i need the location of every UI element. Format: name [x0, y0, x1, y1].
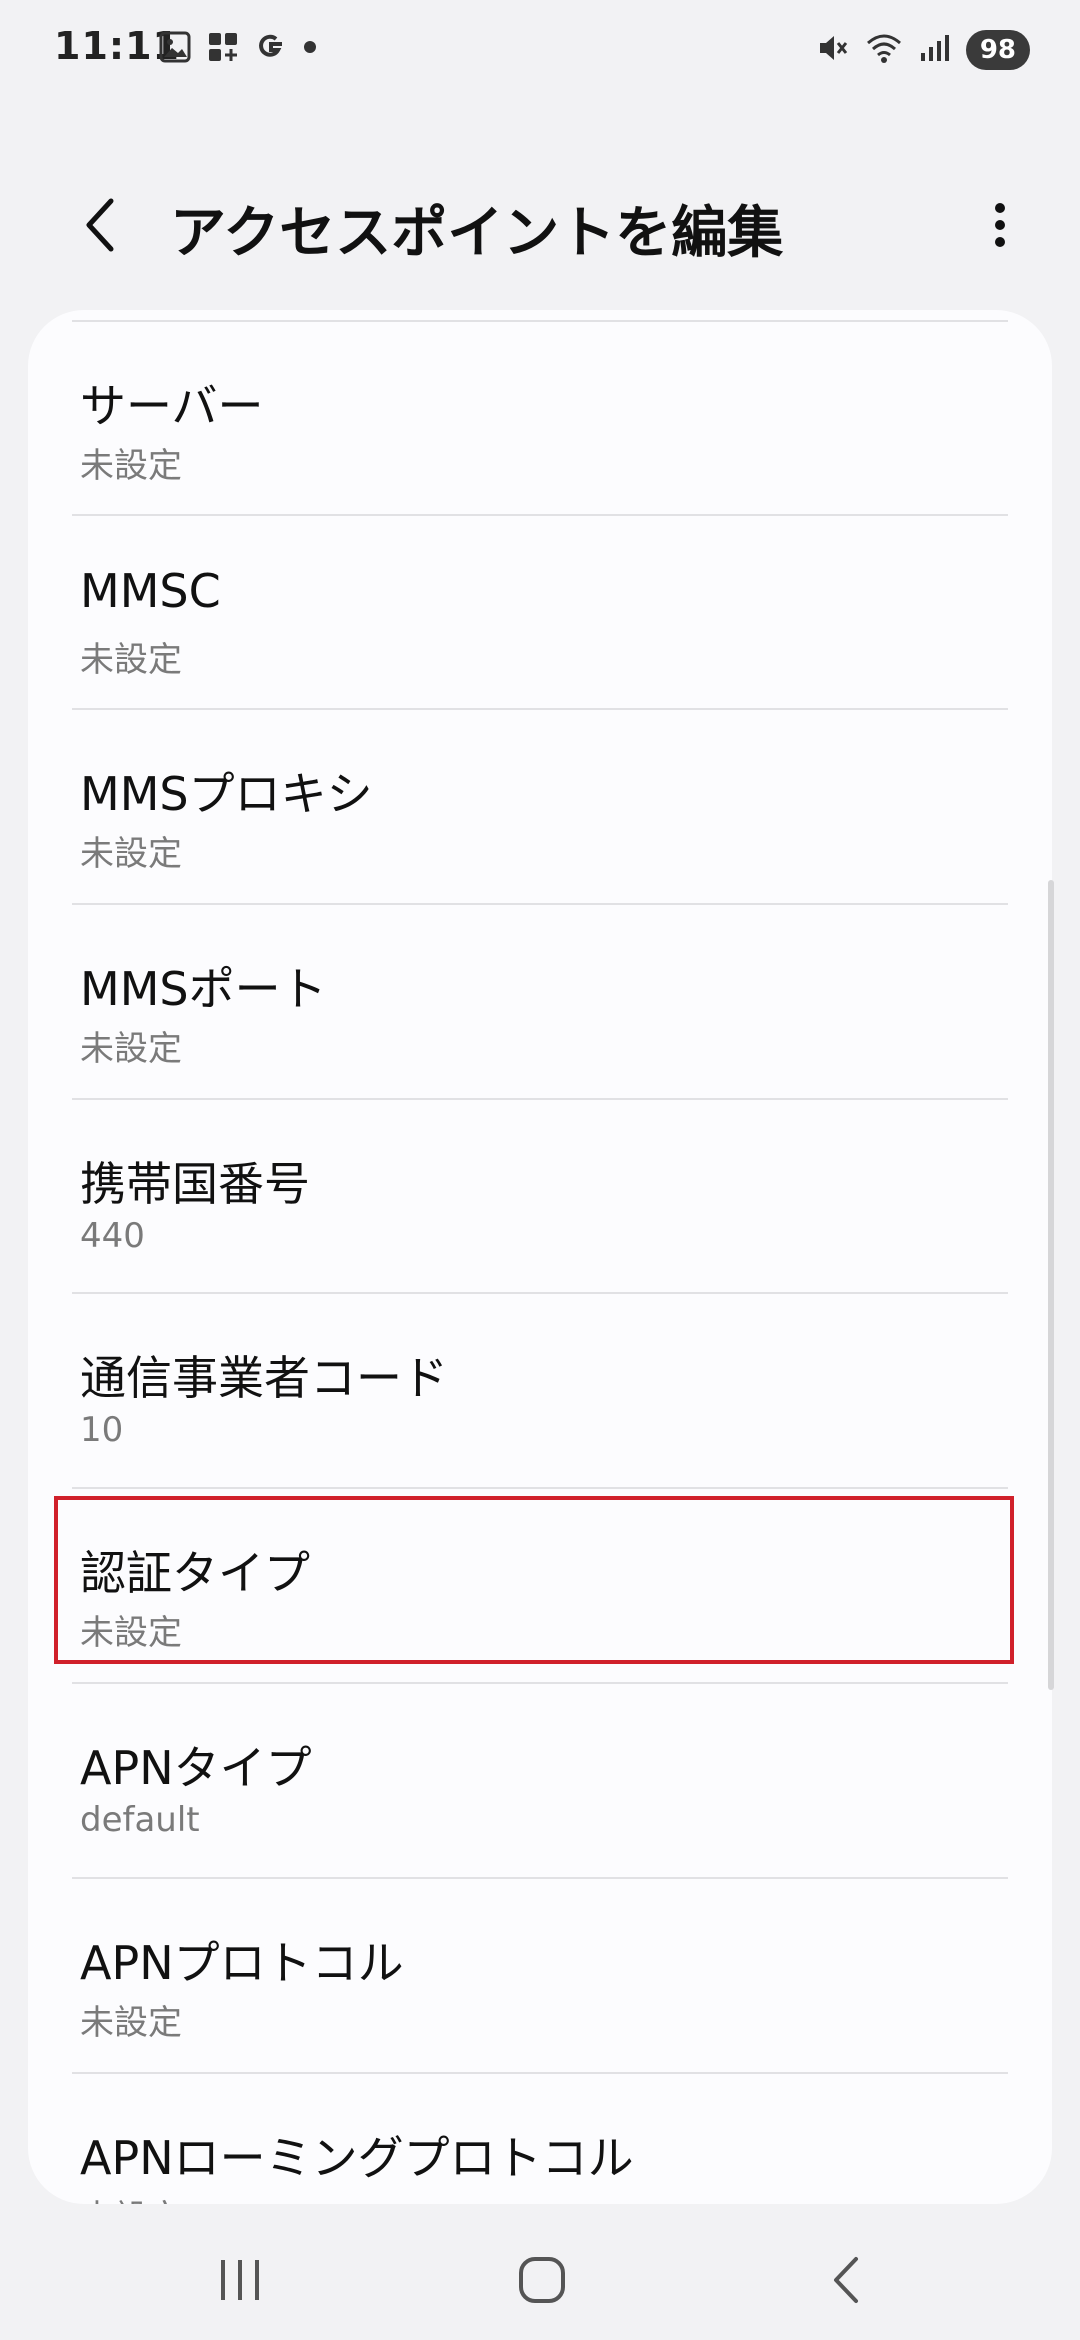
setting-label: MMSC: [80, 564, 221, 618]
recents-icon: [221, 2260, 259, 2300]
wifi-icon: [864, 31, 904, 69]
mute-icon: [816, 31, 850, 69]
setting-server[interactable]: サーバー 未設定: [72, 322, 1008, 517]
status-left-icons: [158, 30, 318, 68]
setting-apn-type[interactable]: APNタイプ default: [72, 1684, 1008, 1879]
setting-apn-protocol[interactable]: APNプロトコル 未設定: [72, 1879, 1008, 2074]
highlight-box: [54, 1496, 1014, 1664]
battery-indicator: 98: [965, 30, 1030, 70]
settings-card: サーバー 未設定 MMSC 未設定 MMSプロキシ 未設定 MMSポート 未設定…: [28, 310, 1052, 2204]
more-options-button[interactable]: [970, 190, 1030, 260]
setting-value: 未設定: [80, 446, 182, 486]
signal-icon: [918, 31, 952, 69]
setting-value: 10: [80, 1410, 124, 1450]
setting-label: MMSプロキシ: [80, 767, 373, 821]
home-button[interactable]: [502, 2250, 582, 2310]
status-bar: 11:11 98: [0, 0, 1080, 100]
gallery-icon: [158, 30, 192, 68]
setting-value: default: [80, 1800, 200, 1840]
back-icon: [834, 2257, 858, 2303]
setting-label: MMSポート: [80, 962, 327, 1016]
more-vertical-icon: [995, 203, 1005, 247]
widgets-icon: [206, 30, 240, 68]
setting-value: 未設定: [80, 1029, 182, 1069]
setting-value: 未設定: [80, 640, 182, 680]
back-nav-button[interactable]: [806, 2250, 886, 2310]
setting-value: 未設定: [80, 2003, 182, 2043]
setting-value: 未設定: [80, 2190, 182, 2204]
setting-mms-port[interactable]: MMSポート 未設定: [72, 905, 1008, 1100]
setting-mmsc[interactable]: MMSC 未設定: [72, 516, 1008, 711]
setting-mnc[interactable]: 通信事業者コード 10: [72, 1294, 1008, 1489]
setting-value: 440: [80, 1216, 145, 1256]
navigation-bar: [0, 2210, 1080, 2340]
setting-mcc[interactable]: 携帯国番号 440: [72, 1100, 1008, 1295]
scrollbar[interactable]: [1048, 880, 1054, 1690]
setting-label: サーバー: [80, 379, 264, 433]
app-bar: アクセスポイントを編集: [0, 170, 1080, 280]
setting-value: 未設定: [80, 834, 182, 874]
setting-label: 通信事業者コード: [80, 1351, 448, 1405]
home-icon: [519, 2257, 565, 2303]
back-button[interactable]: [66, 190, 136, 260]
chevron-left-icon: [86, 198, 114, 252]
google-icon: [254, 30, 288, 68]
status-right-icons: 98: [816, 30, 1030, 70]
setting-mms-proxy[interactable]: MMSプロキシ 未設定: [72, 710, 1008, 905]
recents-button[interactable]: [200, 2250, 280, 2310]
setting-label: APNローミングプロトコル: [80, 2131, 634, 2185]
setting-label: APNタイプ: [80, 1741, 312, 1795]
page-title: アクセスポイントを編集: [170, 201, 784, 266]
setting-label: APNプロトコル: [80, 1936, 404, 1990]
setting-label: 携帯国番号: [80, 1157, 310, 1211]
setting-apn-roaming-protocol[interactable]: APNローミングプロトコル 未設定: [72, 2074, 1008, 2204]
dot-icon: [302, 39, 318, 59]
